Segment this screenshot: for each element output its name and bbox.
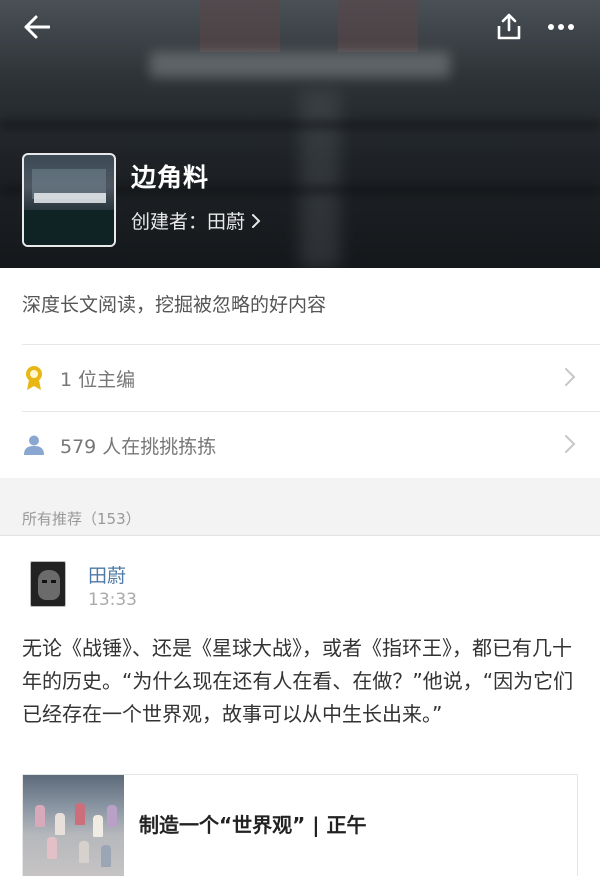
followers-row[interactable]: 579 人在挑挑拣拣: [0, 412, 600, 478]
article-link-title: 制造一个“世界观” | 正午: [139, 813, 367, 837]
person-icon: [22, 433, 46, 457]
background-photo-row: [0, 120, 600, 130]
back-button[interactable]: [22, 12, 52, 42]
background-photo-aisle: [300, 90, 340, 268]
chevron-right-icon: [565, 435, 576, 453]
background-photo-window: [200, 0, 280, 52]
recommendations-count-label: 所有推荐（153）: [22, 510, 141, 528]
post-text[interactable]: 无论《战锤》、还是《星球大战》，或者《指环王》，都已有几十年的历史。“为什么现在…: [22, 632, 578, 731]
arrow-left-icon: [24, 15, 50, 39]
article-link-card[interactable]: 制造一个“世界观” | 正午: [22, 774, 578, 876]
collection-cover-image: [22, 153, 116, 247]
chevron-right-icon: [565, 368, 576, 386]
post-timestamp: 13:33: [88, 590, 137, 610]
collection-title: 边角料: [131, 163, 210, 192]
collection-description: 深度长文阅读，挖掘被忽略的好内容: [22, 294, 327, 316]
creator-link[interactable]: 创建者：田蔚: [131, 207, 261, 234]
background-photo-window: [338, 0, 418, 52]
editors-count-label: 1 位主编: [60, 368, 136, 391]
post-author-link[interactable]: 田蔚: [88, 561, 126, 588]
more-dots-icon: [548, 24, 574, 30]
award-ribbon-icon: [22, 366, 46, 390]
more-button[interactable]: [546, 12, 576, 42]
avatar[interactable]: [30, 561, 66, 607]
share-button[interactable]: [494, 12, 524, 42]
collection-header: 边角料 创建者：田蔚: [0, 0, 600, 268]
chevron-right-icon: [252, 213, 261, 228]
followers-count-label: 579 人在挑挑拣拣: [60, 435, 217, 458]
recommendations-section-header: 所有推荐（153）: [0, 478, 600, 536]
creator-label: 创建者：田蔚: [131, 211, 246, 233]
article-thumbnail: [23, 775, 124, 876]
background-photo-desk: [150, 52, 450, 78]
share-upload-icon: [497, 13, 521, 40]
editors-row[interactable]: 1 位主编: [0, 345, 600, 411]
